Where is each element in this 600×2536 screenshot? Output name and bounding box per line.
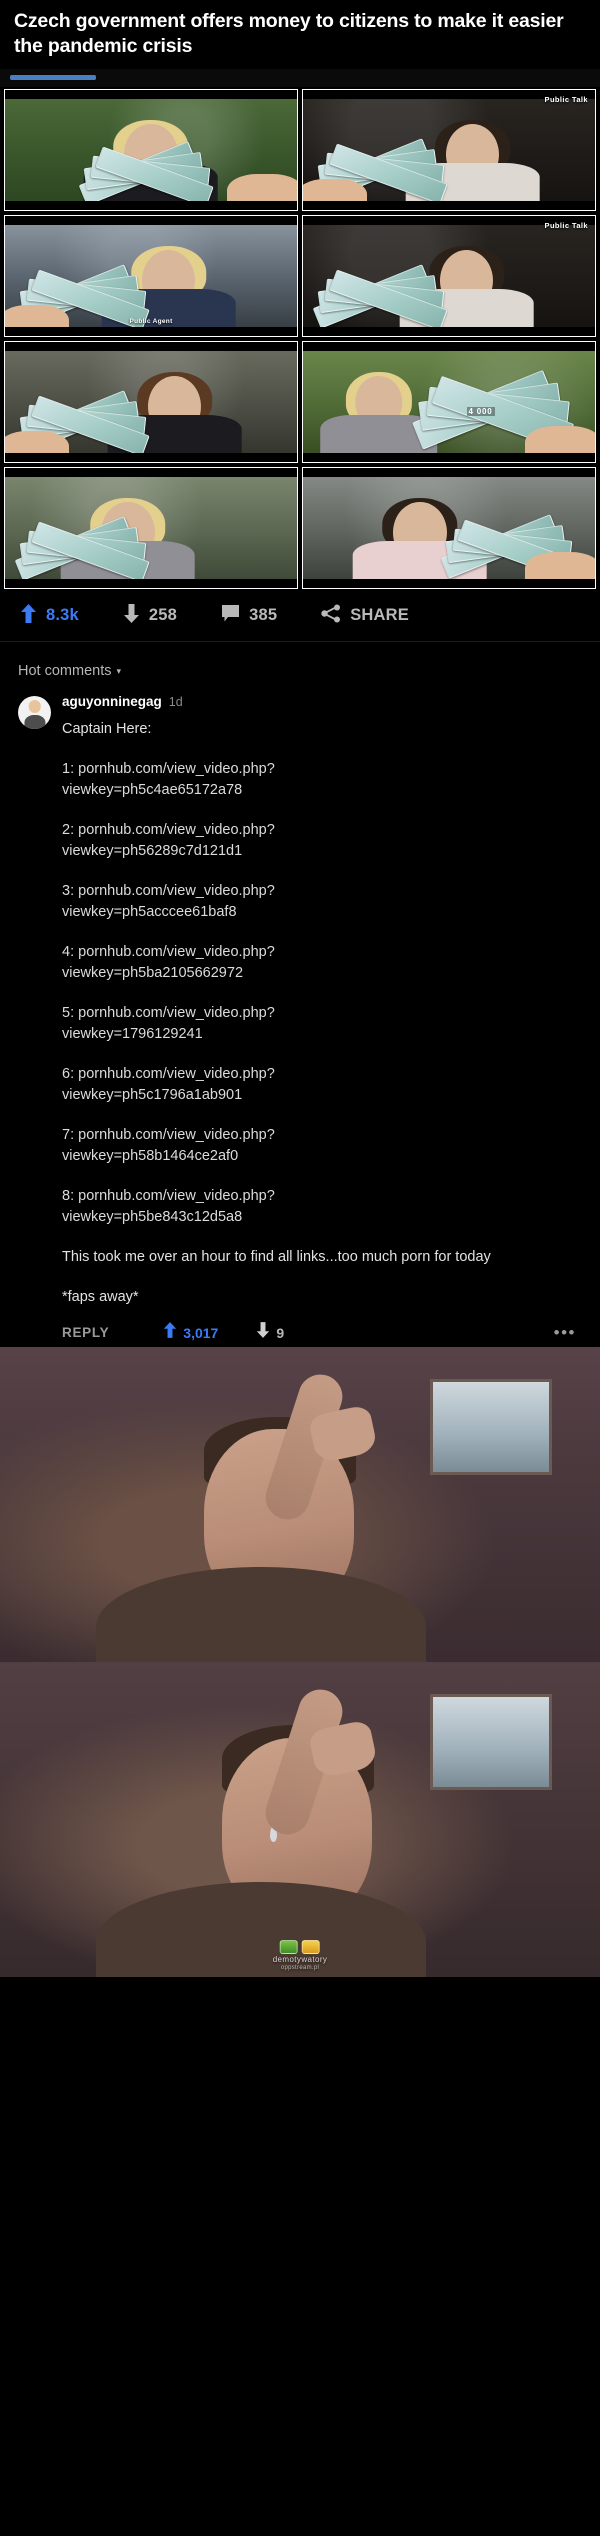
share-button[interactable]: SHARE — [321, 604, 409, 628]
comment-link-3-url[interactable]: 3: pornhub.com/view_video.php? — [62, 881, 582, 902]
badge-icon — [301, 1940, 320, 1955]
gallery-thumbnail[interactable] — [4, 88, 298, 211]
upvote-count: 8.3k — [46, 606, 79, 625]
thumbnail-watermark: Public Talk — [544, 220, 588, 230]
comment-link-3-viewkey[interactable]: viewkey=ph5acccee61baf8 — [62, 902, 582, 923]
progress-bar-container[interactable] — [0, 68, 600, 87]
comment-downvote-button[interactable]: 9 — [256, 1322, 284, 1343]
window-decoration — [430, 1693, 552, 1790]
comment-link-7-url[interactable]: 7: pornhub.com/view_video.php? — [62, 1125, 582, 1146]
comment-link-1-url[interactable]: 1: pornhub.com/view_video.php? — [62, 759, 582, 780]
upvote-button[interactable]: 8.3k — [20, 603, 79, 628]
comments-section: Hot comments ▾ aguyonninegag 1d Captain … — [0, 640, 600, 1348]
comment-link-8-url[interactable]: 8: pornhub.com/view_video.php? — [62, 1186, 582, 1207]
downvote-count: 258 — [148, 606, 178, 625]
comment-link-6-url[interactable]: 6: pornhub.com/view_video.php? — [62, 1064, 582, 1085]
meme-image-crying-salute: demotywatory oppstream.pl — [0, 1662, 600, 1978]
gallery-thumbnail[interactable]: Public Agent — [4, 214, 298, 337]
share-icon — [321, 604, 341, 628]
watermark-subtext: oppstream.pl — [280, 1965, 320, 1972]
meme-image-salute — [0, 1347, 600, 1663]
comment-link-2-url[interactable]: 2: pornhub.com/view_video.php? — [62, 820, 582, 841]
comment-link-4-url[interactable]: 4: pornhub.com/view_video.php? — [62, 942, 582, 963]
watermark-badges — [279, 1940, 320, 1955]
downvote-arrow-icon — [256, 1322, 270, 1343]
comment-item: aguyonninegag 1d Captain Here: 1: pornhu… — [0, 694, 600, 1347]
progress-fill — [10, 75, 96, 81]
comment-upvote-button[interactable]: 3,017 — [163, 1322, 218, 1343]
downvote-arrow-icon — [123, 603, 140, 628]
watermark-text: demotywatory — [272, 1955, 328, 1965]
comment-link-5-viewkey[interactable]: viewkey=1796129241 — [62, 1024, 582, 1045]
comment-link-1-viewkey[interactable]: viewkey=ph5c4ae65172a78 — [62, 780, 582, 801]
progress-track[interactable] — [10, 75, 96, 81]
site-watermark: demotywatory oppstream.pl — [273, 1940, 328, 1971]
upvote-arrow-icon — [20, 603, 37, 628]
comment-actions: REPLY 3,017 9 ••• — [62, 1322, 582, 1347]
post-stats-bar: 8.3k 258 385 SHARE — [0, 590, 600, 641]
comment-sort-row[interactable]: Hot comments ▾ — [0, 642, 600, 694]
image-grid: Public Talk Public Agent Public Talk 4 0… — [0, 86, 600, 591]
comment-bubble-icon — [221, 604, 240, 627]
comment-link-5-url[interactable]: 5: pornhub.com/view_video.php? — [62, 1003, 582, 1024]
page-title: Czech government offers money to citizen… — [14, 10, 564, 57]
gallery-thumbnail[interactable]: Public Talk — [302, 88, 596, 211]
comment-sort-dropdown[interactable]: Hot comments ▾ — [18, 663, 121, 679]
badge-icon — [279, 1940, 298, 1955]
comment-link-2-viewkey[interactable]: viewkey=ph56289c7d121d1 — [62, 841, 582, 862]
gallery-thumbnail[interactable]: 4 000 — [302, 340, 596, 463]
gallery-thumbnail[interactable] — [4, 466, 298, 589]
post-title-bar: Czech government offers money to citizen… — [0, 0, 600, 69]
window-decoration — [430, 1378, 552, 1475]
thumbnail-amount-label: 4 000 — [466, 406, 495, 416]
comment-count: 385 — [249, 606, 278, 625]
gallery-thumbnail[interactable] — [302, 466, 596, 589]
comment-signoff: *faps away* — [62, 1289, 139, 1306]
comment-downvote-count: 9 — [276, 1324, 285, 1341]
comment-sort-label: Hot comments — [18, 662, 112, 679]
comment-timestamp: 1d — [168, 694, 183, 709]
comment-intro: Captain Here: — [62, 720, 152, 737]
comment-link-7-viewkey[interactable]: viewkey=ph58b1464ce2af0 — [62, 1146, 582, 1167]
gallery-thumbnail[interactable]: Public Talk — [302, 214, 596, 337]
thumbnail-bottom-watermark: Public Agent — [129, 317, 173, 325]
comment-body: Captain Here: 1: pornhub.com/view_video.… — [62, 719, 582, 1308]
thumbnail-watermark: Public Talk — [544, 94, 588, 104]
gallery-thumbnail[interactable] — [4, 340, 298, 463]
downvote-button[interactable]: 258 — [123, 603, 178, 628]
share-label: SHARE — [350, 606, 409, 625]
comment-button[interactable]: 385 — [221, 604, 277, 627]
comment-header: aguyonninegag 1d — [62, 694, 582, 709]
comment-link-8-viewkey[interactable]: viewkey=ph5be843c12d5a8 — [62, 1207, 582, 1228]
chevron-down-icon: ▾ — [116, 666, 122, 677]
comment-more-options-button[interactable]: ••• — [554, 1324, 582, 1341]
comment-link-4-viewkey[interactable]: viewkey=ph5ba2105662972 — [62, 963, 582, 984]
avatar[interactable] — [18, 695, 51, 729]
comment-outro: This took me over an hour to find all li… — [62, 1249, 491, 1266]
reply-button[interactable]: REPLY — [62, 1325, 109, 1340]
comment-upvote-count: 3,017 — [183, 1324, 219, 1341]
upvote-arrow-icon — [163, 1322, 177, 1343]
comment-link-6-viewkey[interactable]: viewkey=ph5c1796a1ab901 — [62, 1085, 582, 1106]
comment-username[interactable]: aguyonninegag — [62, 694, 162, 709]
